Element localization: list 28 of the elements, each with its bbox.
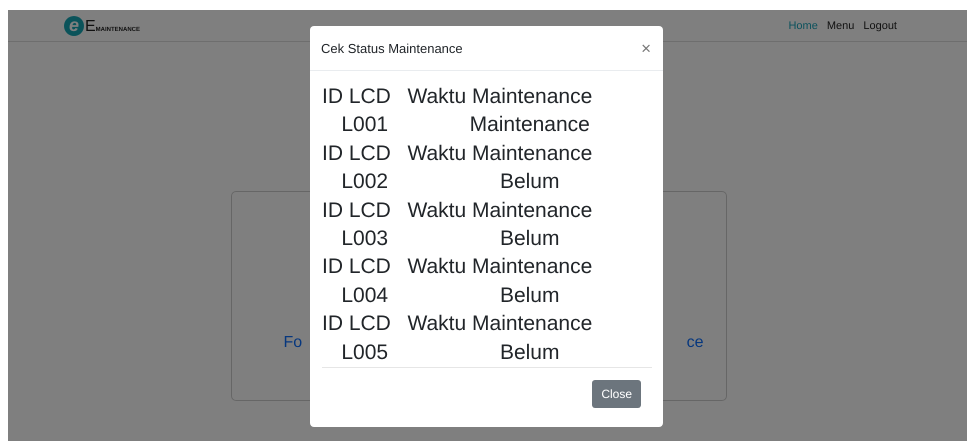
table-cell-text: L004	[340, 282, 390, 309]
table-cell-text: Maintenance	[468, 112, 591, 138]
table-cell-text: Belum	[498, 226, 560, 252]
column-header: ID LCD	[322, 83, 408, 112]
nav-link[interactable]: Menu	[826, 20, 854, 32]
column-header: Waktu Maintenance	[407, 140, 594, 167]
logo-letter: E	[85, 18, 96, 36]
column-header: ID LCD	[322, 196, 408, 226]
column-header: ID LCD	[322, 140, 408, 168]
table-cell-text: L002	[340, 169, 390, 196]
table-cell-text: L001	[340, 112, 390, 138]
column-header: ID LCD	[322, 310, 408, 339]
table-cell: L005	[322, 338, 408, 368]
table-cell-text: L003	[340, 226, 390, 252]
table-cell-text: Belum	[498, 169, 560, 196]
close-button[interactable]: Close	[592, 380, 641, 408]
table-cell: Belum	[407, 338, 652, 368]
card-text: ce	[686, 334, 704, 352]
modal-title: Cek Status Maintenance	[321, 40, 463, 56]
table-cell-text: Belum	[498, 282, 560, 309]
close-button[interactable]: ×	[641, 40, 651, 56]
column-header: Waktu Maintenance	[407, 254, 594, 280]
column-header: Waktu Maintenance	[407, 311, 594, 338]
column-header: Waktu Maintenance	[407, 84, 594, 110]
card-text: Fo	[284, 334, 302, 352]
column-header: Waktu Maintenance	[407, 198, 594, 224]
nav-link[interactable]: Logout	[863, 20, 897, 32]
column-header: ID LCD	[322, 253, 408, 282]
